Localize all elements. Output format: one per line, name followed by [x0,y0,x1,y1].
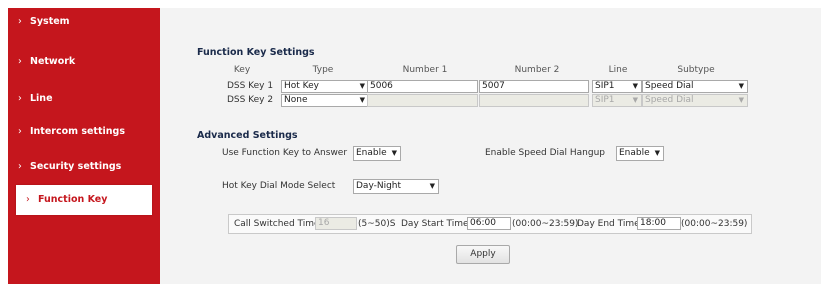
sidebar-item-line[interactable]: › Line [8,93,160,104]
sidebar-item-label: Function Key [38,194,108,205]
dropdown-arrow-icon: ▼ [359,96,365,104]
line-value: SIP1 [595,95,615,105]
dropdown-arrow-icon: ▼ [632,96,638,104]
speed-dial-hangup-select[interactable]: Enable ▼ [616,146,664,161]
column-header-number1: Number 1 [402,65,448,75]
day-start-time-label: Day Start Time [401,219,469,229]
day-start-time-hint: (00:00~23:59) [512,219,579,229]
chevron-right-icon: › [26,194,30,205]
dss-key-label: DSS Key 1 [226,81,274,91]
function-key-settings-title: Function Key Settings [197,47,315,58]
hot-key-dial-mode-select[interactable]: Day-Night ▼ [353,179,439,194]
line-select[interactable]: SIP1 ▼ [592,80,642,93]
use-function-key-answer-select[interactable]: Enable ▼ [353,146,401,161]
use-function-key-answer-label: Use Function Key to Answer [222,148,348,158]
apply-button[interactable]: Apply [456,245,510,264]
dropdown-arrow-icon: ▼ [738,82,744,90]
dropdown-arrow-icon: ▼ [429,182,435,190]
type-value: Hot Key [284,81,319,91]
call-switched-time-hint: (5~50)S [358,219,396,229]
chevron-right-icon: › [18,161,22,172]
line-select: SIP1 ▼ [592,94,642,107]
dropdown-arrow-icon: ▼ [391,149,397,157]
column-header-type: Type [312,65,334,75]
call-switched-time-input: 16 [315,217,357,230]
table-row: DSS Key 1 Hot Key ▼ 5006 5007 SIP1 ▼ Spe… [160,80,821,93]
dss-key-label: DSS Key 2 [226,95,274,105]
day-end-time-input[interactable]: 18:00 [637,217,681,230]
column-header-line: Line [608,65,628,75]
subtype-value: Speed Dial [645,95,694,105]
day-end-time-hint: (00:00~23:59) [681,219,748,229]
sidebar-item-label: Security settings [30,161,122,172]
dropdown-arrow-icon: ▼ [632,82,638,90]
number1-input [367,94,478,107]
sidebar-item-security-settings[interactable]: › Security settings [8,161,160,172]
select-value: Enable [356,148,387,158]
subtype-select: Speed Dial ▼ [642,94,748,107]
sidebar-item-network[interactable]: › Network [8,56,160,67]
sidebar-item-system[interactable]: › System [8,16,160,27]
column-header-key: Key [233,65,251,75]
type-select[interactable]: Hot Key ▼ [281,80,369,93]
select-value: Day-Night [356,181,402,191]
sidebar-item-label: Network [30,56,76,67]
subtype-value: Speed Dial [645,81,694,91]
type-select[interactable]: None ▼ [281,94,369,107]
number2-input[interactable]: 5007 [479,80,589,93]
subtype-select[interactable]: Speed Dial ▼ [642,80,748,93]
day-end-time-label: Day End Time [577,219,640,229]
number1-input[interactable]: 5006 [367,80,478,93]
sidebar-item-function-key[interactable]: › Function Key [16,185,152,215]
column-header-subtype: Subtype [677,65,715,75]
sidebar-nav: › System › Network › Line › Intercom setting… [8,8,160,284]
chevron-right-icon: › [18,16,22,27]
speed-dial-hangup-label: Enable Speed Dial Hangup [485,148,606,158]
type-value: None [284,95,308,105]
day-start-time-input[interactable]: 06:00 [467,217,511,230]
sidebar-item-intercom-settings[interactable]: › Intercom settings [8,126,160,137]
sidebar-item-label: Intercom settings [30,126,125,137]
chevron-right-icon: › [18,93,22,104]
dropdown-arrow-icon: ▼ [738,96,744,104]
main-content: Function Key Settings Key Type Number 1 … [160,8,821,284]
chevron-right-icon: › [18,126,22,137]
table-row: DSS Key 2 None ▼ SIP1 ▼ Speed Dial ▼ [160,94,821,107]
chevron-right-icon: › [18,56,22,67]
select-value: Enable [619,148,650,158]
number2-input [479,94,589,107]
sidebar-item-label: System [30,16,70,27]
line-value: SIP1 [595,81,615,91]
advanced-settings-title: Advanced Settings [197,130,298,141]
column-header-number2: Number 2 [514,65,560,75]
call-switched-time-label: Call Switched Time [234,219,320,229]
time-settings-box: Call Switched Time 16 (5~50)S Day Start … [228,214,752,234]
hot-key-dial-mode-label: Hot Key Dial Mode Select [222,181,336,191]
dropdown-arrow-icon: ▼ [654,149,660,157]
dropdown-arrow-icon: ▼ [359,82,365,90]
sidebar-item-label: Line [30,93,53,104]
